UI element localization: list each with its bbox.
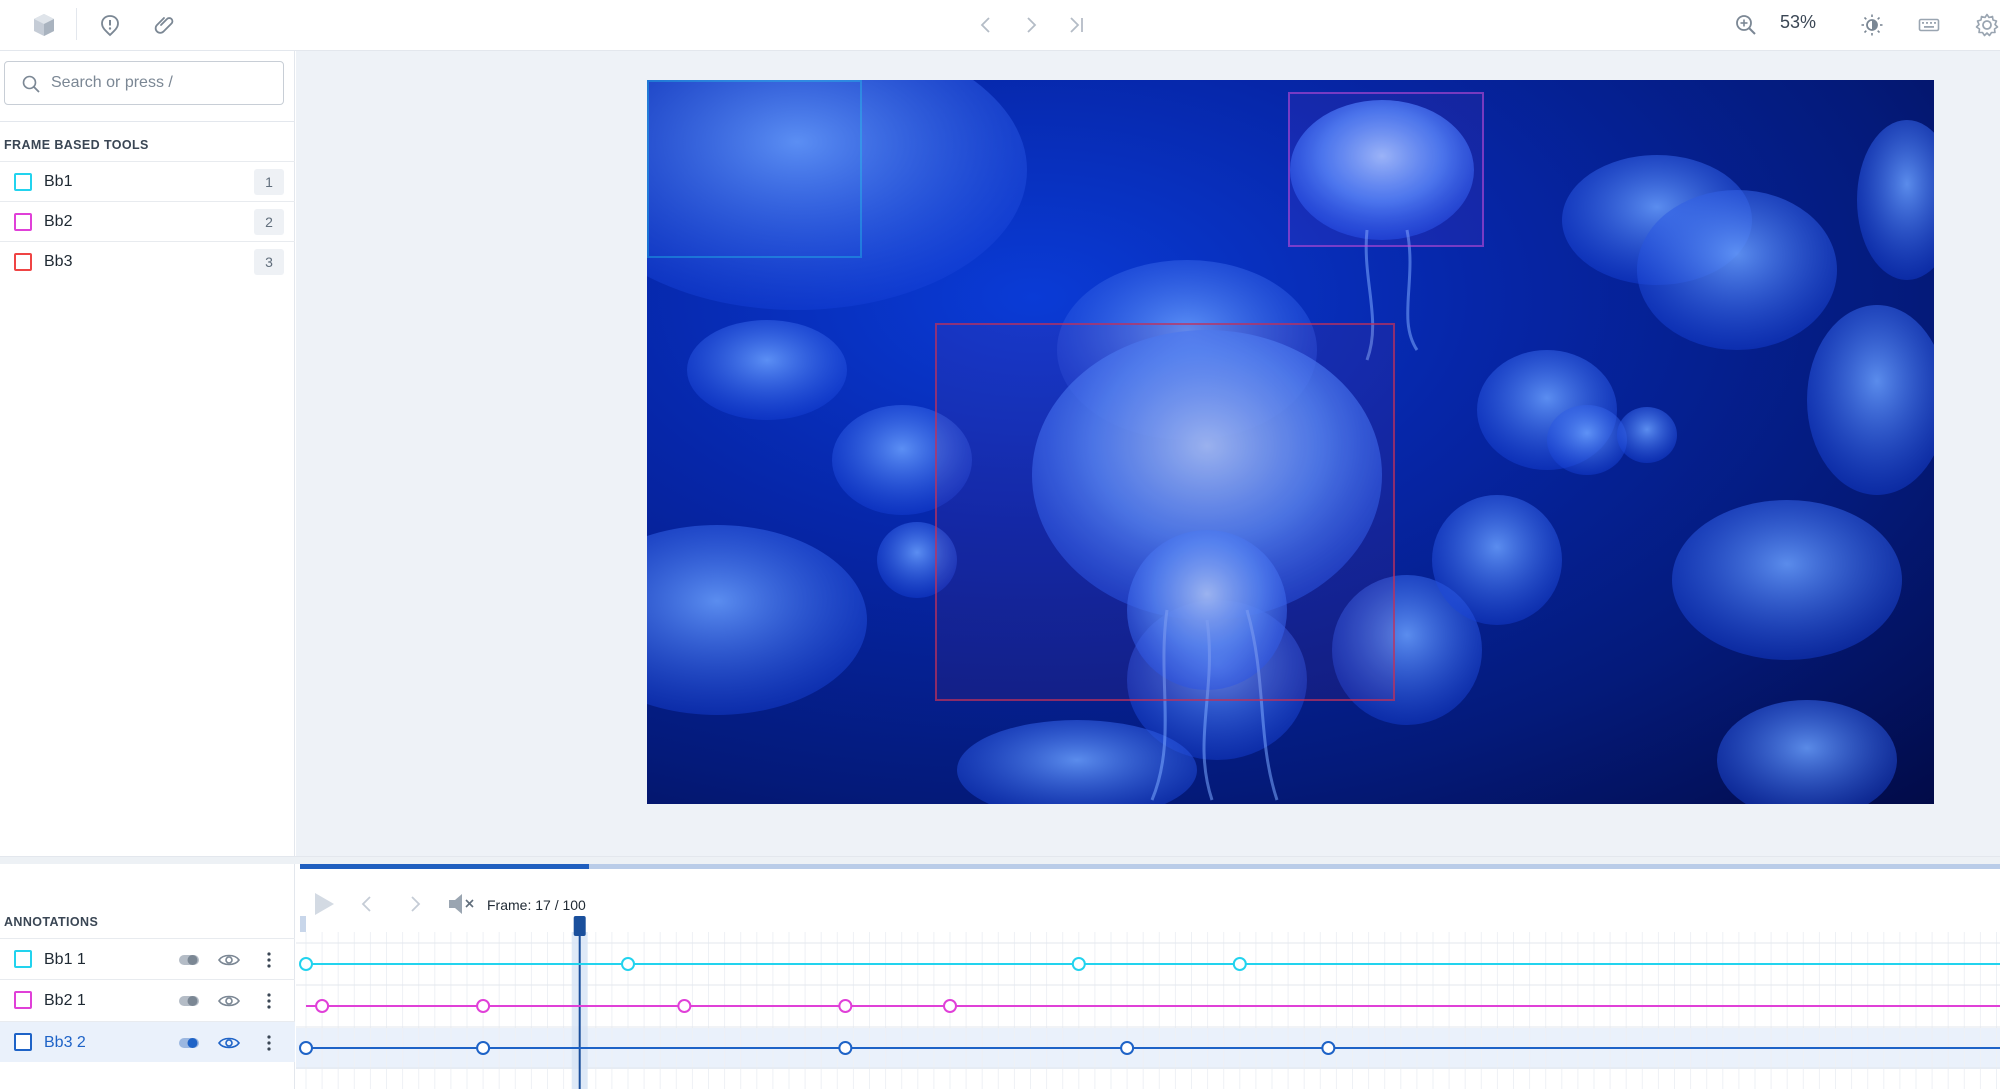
annotation-color-swatch xyxy=(14,950,32,968)
timeline-panel: Frame: 17 / 100 xyxy=(296,864,2000,1089)
bbox-bb1[interactable] xyxy=(647,80,862,258)
tool-color-swatch xyxy=(14,253,32,271)
attachment-icon[interactable] xyxy=(148,8,182,42)
playhead-handle xyxy=(573,916,586,936)
annotation-color-swatch xyxy=(14,1033,32,1051)
toggle-interpolation-icon[interactable] xyxy=(176,988,202,1014)
eye-icon[interactable] xyxy=(216,947,242,973)
keyframe-marker xyxy=(1120,1041,1135,1055)
annotation-row-bb1-1[interactable]: Bb1 1 xyxy=(0,938,295,979)
brightness-icon[interactable] xyxy=(1855,8,1889,42)
tool-item-bb1[interactable]: Bb1 1 xyxy=(0,161,295,201)
zoom-level[interactable]: 53% xyxy=(1780,12,1816,33)
annotation-row-bb2-1[interactable]: Bb2 1 xyxy=(0,979,295,1020)
panel-splitter[interactable] xyxy=(0,856,2000,864)
bbox-bb2[interactable] xyxy=(1288,92,1484,247)
more-options-icon[interactable] xyxy=(256,1030,282,1056)
keyframe-marker xyxy=(838,1041,853,1055)
annotation-label: Bb2 1 xyxy=(44,992,86,1009)
zoom-in-icon[interactable] xyxy=(1729,8,1763,42)
annotations-section-title: ANNOTATIONS xyxy=(4,915,99,929)
top-toolbar: 53% xyxy=(0,0,2000,51)
frame-counter: Frame: 17 / 100 xyxy=(487,897,586,913)
toolbar-divider xyxy=(76,8,77,40)
annotation-row-bb3-2[interactable]: Bb3 2 xyxy=(0,1021,295,1062)
keyframe-marker xyxy=(677,999,692,1013)
canvas-area xyxy=(296,51,2000,856)
bbox-bb3[interactable] xyxy=(935,323,1395,701)
tool-shortcut: 2 xyxy=(254,209,284,235)
keyframe-marker xyxy=(299,1041,313,1055)
chevron-right-icon[interactable] xyxy=(1014,8,1048,42)
issue-icon[interactable] xyxy=(93,8,127,42)
search-icon xyxy=(22,75,40,93)
toggle-interpolation-icon[interactable] xyxy=(176,1030,202,1056)
keyframe-marker xyxy=(1071,957,1086,971)
eye-icon[interactable] xyxy=(216,1030,242,1056)
tool-color-swatch xyxy=(14,173,32,191)
panel-divider xyxy=(0,121,295,122)
keyframe-marker xyxy=(1321,1041,1336,1055)
tool-color-swatch xyxy=(14,213,32,231)
chevron-left-icon[interactable] xyxy=(969,8,1003,42)
keyframe-marker xyxy=(1232,957,1247,971)
tool-label: Bb3 xyxy=(44,253,73,270)
annotation-label: Bb1 1 xyxy=(44,951,86,968)
keyframe-tracks[interactable] xyxy=(296,916,2000,1089)
cube-logo-icon[interactable] xyxy=(27,8,61,42)
tool-shortcut: 1 xyxy=(254,169,284,195)
annotation-label: Bb3 2 xyxy=(44,1034,86,1051)
tool-item-bb3[interactable]: Bb3 3 xyxy=(0,241,295,281)
tools-panel: FRAME BASED TOOLS Bb1 1 Bb2 2 Bb3 3 xyxy=(0,51,295,856)
video-frame[interactable] xyxy=(647,80,1934,804)
skip-to-end-icon[interactable] xyxy=(1059,8,1093,42)
tool-label: Bb1 xyxy=(44,173,73,190)
playback-progress-bar[interactable] xyxy=(300,864,2000,869)
timeline-start-marker xyxy=(300,916,306,932)
tools-section-title: FRAME BASED TOOLS xyxy=(4,138,149,152)
more-options-icon[interactable] xyxy=(256,988,282,1014)
keyframe-marker xyxy=(838,999,853,1013)
eye-icon[interactable] xyxy=(216,988,242,1014)
keyboard-icon[interactable] xyxy=(1912,8,1946,42)
gear-icon[interactable] xyxy=(1970,8,2000,42)
search-box[interactable] xyxy=(4,61,284,105)
keyframe-marker xyxy=(476,1041,491,1055)
toggle-interpolation-icon[interactable] xyxy=(176,947,202,973)
keyframe-marker xyxy=(943,999,957,1013)
playback-progress-fill xyxy=(300,864,589,869)
tool-shortcut: 3 xyxy=(254,249,284,275)
keyframe-marker xyxy=(299,957,313,971)
keyframe-marker xyxy=(315,999,330,1013)
tool-item-bb2[interactable]: Bb2 2 xyxy=(0,201,295,241)
search-input[interactable] xyxy=(51,71,271,95)
keyframe-marker xyxy=(621,957,635,971)
tool-label: Bb2 xyxy=(44,213,73,230)
more-options-icon[interactable] xyxy=(256,947,282,973)
keyframe-marker xyxy=(476,999,491,1013)
annotation-color-swatch xyxy=(14,991,32,1009)
annotations-panel: ANNOTATIONS Bb1 1 Bb2 1 Bb3 2 xyxy=(0,864,295,1089)
